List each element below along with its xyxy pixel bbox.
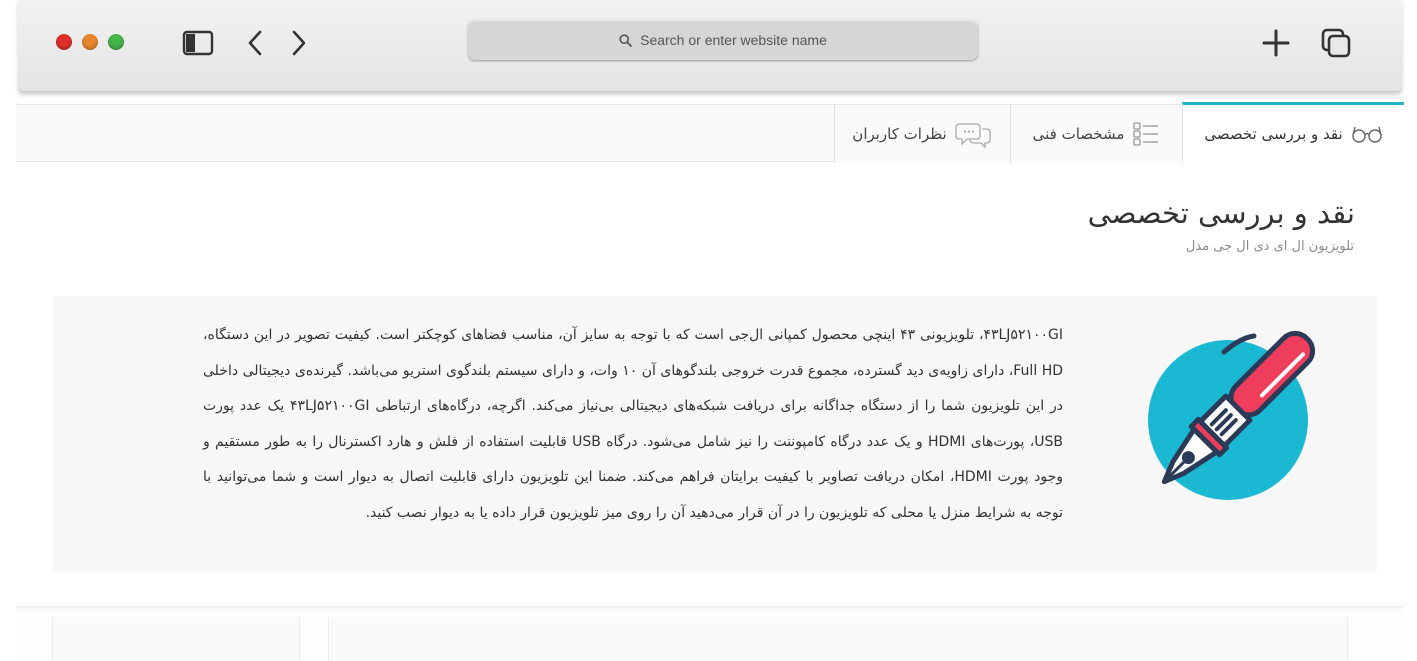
tab-label: مشخصات فنی	[1032, 125, 1125, 143]
sidebar-toggle-button[interactable]	[178, 26, 218, 60]
review-body-text: ۴۳LJ۵۲۱۰۰GI، تلویزیونی ۴۳ اینچی محصول کم…	[203, 327, 1064, 521]
browser-toolbar: Search or enter website name	[18, 0, 1402, 92]
tab-overview-button[interactable]	[1318, 26, 1354, 60]
preview-column	[328, 617, 1348, 661]
checklist-icon	[1133, 122, 1159, 146]
minimize-window-button[interactable]	[82, 34, 98, 50]
pen-icon	[1148, 330, 1316, 500]
review-card: ۴۳LJ۵۲۱۰۰GI، تلویزیونی ۴۳ اینچی محصول کم…	[53, 296, 1377, 572]
chat-bubbles-icon	[955, 123, 991, 148]
tabs-icon	[1321, 28, 1351, 58]
close-window-button[interactable]	[56, 34, 72, 50]
address-placeholder: Search or enter website name	[640, 32, 827, 48]
tab-label: نقد و بررسی تخصصی	[1204, 125, 1343, 143]
sidebar-icon	[182, 30, 214, 56]
tab-specifications[interactable]: مشخصات فنی	[1010, 105, 1182, 163]
back-button[interactable]	[240, 26, 270, 60]
search-icon	[619, 33, 633, 47]
chevron-left-icon	[248, 30, 262, 56]
tab-expert-review[interactable]: نقد و بررسی تخصصی	[1182, 102, 1404, 163]
new-tab-button[interactable]	[1258, 26, 1294, 60]
chevron-right-icon	[292, 30, 306, 56]
tab-label: نظرات کاربران	[852, 125, 947, 143]
plus-icon	[1262, 29, 1290, 57]
preview-column	[52, 617, 300, 661]
next-section-preview	[16, 606, 1404, 661]
maximize-window-button[interactable]	[108, 34, 124, 50]
page-title: نقد و بررسی تخصصی	[1087, 196, 1355, 230]
tab-user-comments[interactable]: نظرات کاربران	[834, 105, 1010, 163]
address-bar[interactable]: Search or enter website name	[468, 20, 978, 60]
page-subtitle: تلویزیون ال ای دی ال جی مدل	[1185, 239, 1354, 254]
window-controls	[56, 34, 124, 50]
forward-button[interactable]	[284, 26, 314, 60]
product-tabs: نقد و بررسی تخصصی مشخصات فنی نظرات کاربر…	[16, 102, 1404, 163]
glasses-icon	[1351, 126, 1382, 143]
